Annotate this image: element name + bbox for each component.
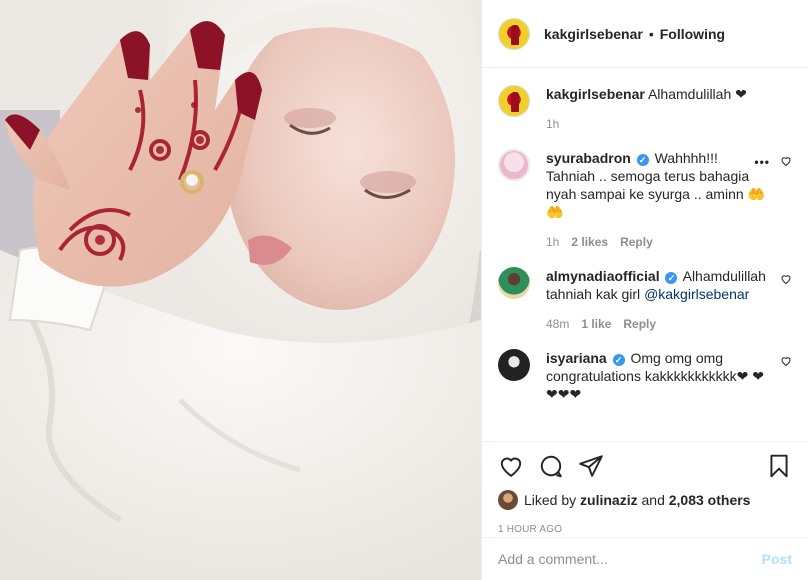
comments-list[interactable]: kakgirlsebenar Alhamdulillah ❤ 1h syurab… <box>482 69 808 441</box>
comment-like-heart-icon[interactable] <box>780 355 792 367</box>
post-header: kakgirlsebenar • Following <box>482 0 808 68</box>
comment-item: syurabadron ✓ Wahhhh!!! Tahniah .. semog… <box>498 133 792 251</box>
photo-illustration <box>0 0 481 580</box>
comment-username[interactable]: almynadiaofficial <box>546 268 660 284</box>
caption-text: Alhamdulillah ❤ <box>647 86 747 102</box>
heart-icon[interactable] <box>498 453 524 479</box>
liker-username[interactable]: zulinaziz <box>580 492 638 508</box>
add-comment-bar: Post <box>482 537 808 580</box>
reply-button[interactable]: Reply <box>623 315 656 333</box>
caption-avatar[interactable] <box>498 85 530 117</box>
comment-likes[interactable]: 1 like <box>581 315 611 333</box>
comment-like-heart-icon[interactable] <box>780 155 792 167</box>
post-photo[interactable] <box>0 0 481 580</box>
verified-badge-icon: ✓ <box>612 354 625 366</box>
following-button[interactable]: Following <box>660 26 725 42</box>
liker-avatar[interactable] <box>498 490 518 510</box>
comment-likes[interactable]: 2 likes <box>571 233 608 251</box>
comment-icon[interactable] <box>538 453 564 479</box>
comment-username[interactable]: isyariana <box>546 350 607 366</box>
more-options-icon[interactable]: ••• <box>754 155 770 169</box>
verified-badge-icon: ✓ <box>665 272 678 284</box>
caption-time[interactable]: 1h <box>546 115 559 133</box>
comment-item: isyariana ✓ Omg omg omg congratulations … <box>498 333 792 403</box>
comment-username[interactable]: syurabadron <box>546 150 631 166</box>
post-side-panel: kakgirlsebenar • Following kakgirlsebena… <box>481 0 808 580</box>
commenter-avatar[interactable] <box>498 267 530 299</box>
commenter-avatar[interactable] <box>498 149 530 181</box>
comment-input[interactable] <box>498 551 762 567</box>
comment-item: almynadiaofficial ✓ Alhamdulillah tahnia… <box>498 251 792 333</box>
post-actions: Liked by zulinaziz and 2,083 others 1 HO… <box>482 441 808 535</box>
likes-and: and <box>641 492 665 508</box>
comment-mention[interactable]: @kakgirlsebenar <box>644 286 749 302</box>
comment-time[interactable]: 1h <box>546 233 559 251</box>
bookmark-icon[interactable] <box>766 453 792 479</box>
comment-like-heart-icon[interactable] <box>780 273 792 285</box>
commenter-avatar[interactable] <box>498 349 530 381</box>
reply-button[interactable]: Reply <box>620 233 653 251</box>
header-separator: • <box>648 25 654 42</box>
author-username[interactable]: kakgirlsebenar <box>544 26 643 42</box>
action-icons <box>498 442 792 490</box>
caption: kakgirlsebenar Alhamdulillah ❤ 1h <box>498 69 792 133</box>
post-timestamp[interactable]: 1 HOUR AGO <box>498 524 792 535</box>
likes-others[interactable]: 2,083 others <box>669 492 751 508</box>
likes-prefix: Liked by <box>524 492 577 508</box>
author-avatar[interactable] <box>498 17 530 50</box>
share-icon[interactable] <box>578 453 604 479</box>
verified-badge-icon: ✓ <box>636 154 649 166</box>
likes-summary: Liked by zulinaziz and 2,083 others <box>498 490 792 510</box>
comment-time[interactable]: 48m <box>546 315 569 333</box>
caption-username[interactable]: kakgirlsebenar <box>546 86 645 102</box>
post-comment-button[interactable]: Post <box>762 551 792 567</box>
